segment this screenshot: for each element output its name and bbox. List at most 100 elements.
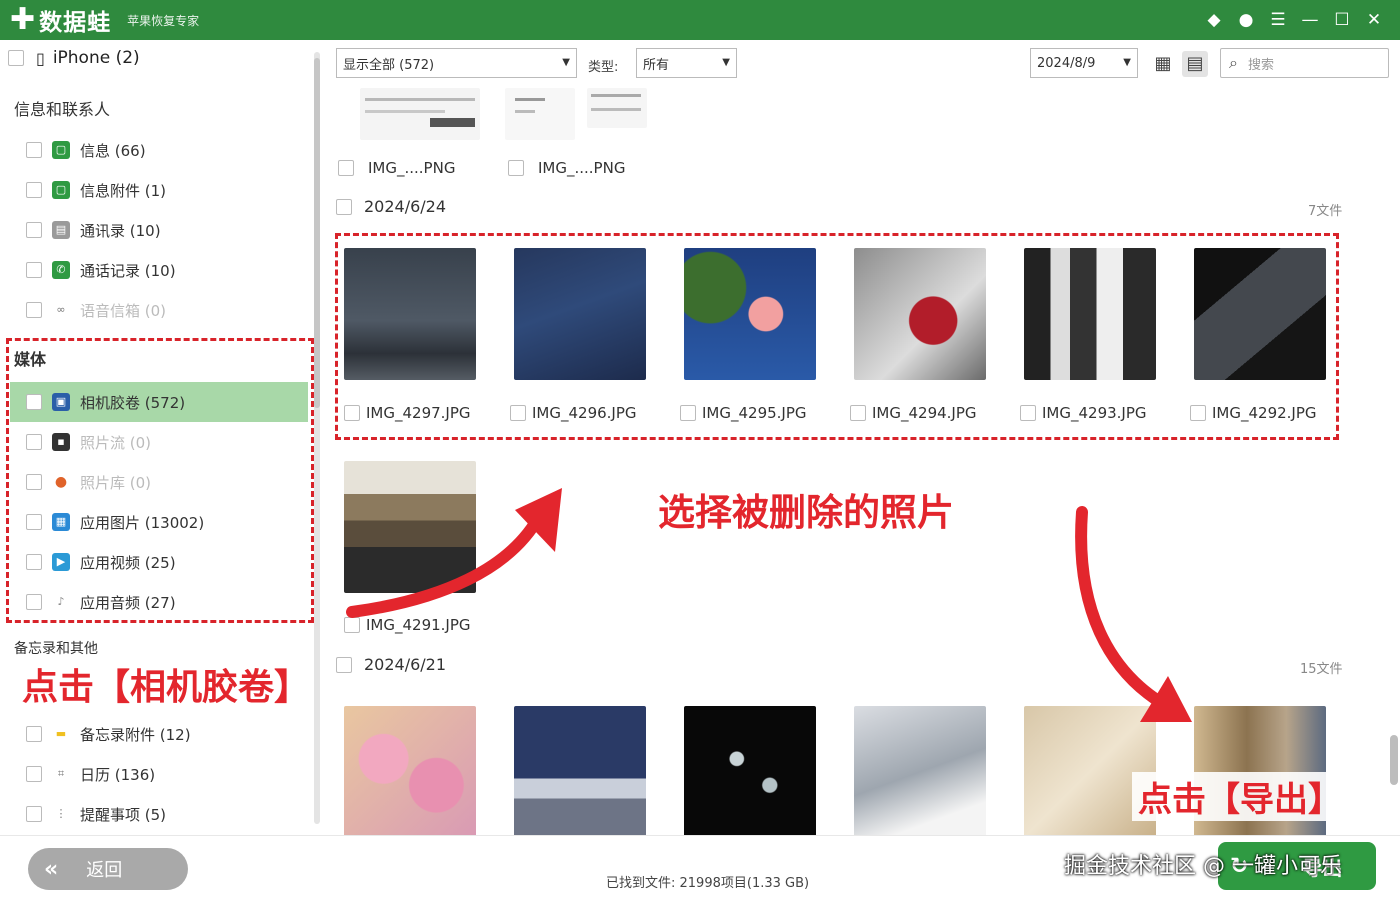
photo-checkbox[interactable] (338, 160, 354, 176)
photo-thumbnail[interactable] (360, 88, 480, 140)
sidebar-item-app-videos[interactable]: ▶ 应用视频 (25) (26, 542, 306, 582)
item-checkbox[interactable] (26, 222, 42, 238)
sidebar-item-photo-stream[interactable]: ▪ 照片流 (0) (26, 422, 306, 462)
photo-caption[interactable]: IMG_4294.JPG (850, 404, 977, 422)
camera-roll-icon: ▣ (52, 393, 70, 411)
sidebar-item-label: 照片库 (0) (80, 473, 152, 492)
sidebar-item-app-photos[interactable]: ▦ 应用图片 (13002) (26, 502, 306, 542)
photo-name: IMG_4291.JPG (366, 616, 471, 634)
sidebar-item-messages[interactable]: ▢ 信息 (66) (26, 130, 306, 170)
item-checkbox[interactable] (26, 726, 42, 742)
photo-caption[interactable]: IMG_....PNG (338, 159, 455, 177)
item-checkbox[interactable] (26, 302, 42, 318)
bottom-bar: « 返回 已找到文件: 21998项目(1.33 GB) ↻ 导出 掘金技术社区… (0, 835, 1400, 900)
title-bar: ✚ 数据蛙 苹果恢复专家 ◆ ● ☰ — ☐ ✕ (0, 0, 1400, 40)
photo-checkbox[interactable] (1020, 405, 1036, 421)
photo-thumbnail[interactable] (684, 706, 816, 835)
section-title-notes: 备忘录和其他 (14, 641, 98, 657)
photo-checkbox[interactable] (344, 617, 360, 633)
sidebar-item-label: 提醒事项 (5) (80, 805, 167, 824)
item-checkbox[interactable] (26, 434, 42, 450)
photo-checkbox[interactable] (508, 160, 524, 176)
photo-thumbnail[interactable] (854, 248, 986, 380)
item-checkbox[interactable] (26, 262, 42, 278)
sidebar-item-voicemail[interactable]: ∞ 语音信箱 (0) (26, 290, 306, 330)
photo-thumbnail[interactable] (344, 461, 476, 593)
sidebar-scrollbar[interactable] (314, 52, 320, 824)
group-file-count: 7文件 (1308, 204, 1343, 219)
back-button[interactable]: « 返回 (28, 848, 188, 890)
phone-icon: ✆ (52, 261, 70, 279)
annotation-click-export: 点击【导出】 (1132, 772, 1348, 821)
item-checkbox[interactable] (26, 766, 42, 782)
photo-caption[interactable]: IMG_4295.JPG (680, 404, 807, 422)
photo-thumbnail[interactable] (514, 706, 646, 835)
photo-name: IMG_....PNG (538, 159, 626, 177)
search-input[interactable]: ⌕ 搜索 (1220, 48, 1389, 78)
item-checkbox[interactable] (26, 806, 42, 822)
date-group-header[interactable]: 2024/6/24 (336, 197, 446, 216)
minimize-icon[interactable]: — (1298, 8, 1322, 32)
gem-icon[interactable]: ◆ (1202, 8, 1226, 32)
device-checkbox[interactable] (8, 50, 24, 66)
item-checkbox[interactable] (26, 394, 42, 410)
photo-thumbnail[interactable] (854, 706, 986, 835)
list-view-icon[interactable]: ▤ (1182, 51, 1208, 77)
group-date: 2024/6/21 (364, 655, 447, 674)
filter-select[interactable]: 显示全部 (572) ▼ (336, 48, 577, 78)
sidebar-item-app-audio[interactable]: ♪ 应用音频 (27) (26, 582, 306, 622)
grid-view-icon[interactable]: ▦ (1150, 51, 1176, 77)
photo-caption[interactable]: IMG_....PNG (508, 159, 625, 177)
photo-thumbnail[interactable] (1024, 248, 1156, 380)
photo-checkbox[interactable] (850, 405, 866, 421)
photo-caption[interactable]: IMG_4296.JPG (510, 404, 637, 422)
main-scrollbar[interactable] (1390, 735, 1398, 785)
photo-caption[interactable]: IMG_4291.JPG (344, 616, 471, 634)
device-row[interactable]: ▯ iPhone (2) (8, 48, 140, 68)
item-checkbox[interactable] (26, 182, 42, 198)
photo-checkbox[interactable] (680, 405, 696, 421)
photo-thumbnail[interactable] (344, 706, 476, 835)
sidebar-item-reminders[interactable]: ⋮ 提醒事项 (5) (26, 794, 306, 834)
photo-thumbnail[interactable] (344, 248, 476, 380)
item-checkbox[interactable] (26, 554, 42, 570)
group-file-count: 15文件 (1300, 662, 1343, 677)
sidebar-item-label: 通讯录 (10) (80, 221, 161, 240)
date-group-header[interactable]: 2024/6/21 (336, 655, 446, 674)
type-select-value: 所有 (643, 57, 670, 73)
scrollbar-thumb[interactable] (314, 58, 320, 408)
sidebar-item-call-history[interactable]: ✆ 通话记录 (10) (26, 250, 306, 290)
sidebar-item-contacts[interactable]: ▤ 通讯录 (10) (26, 210, 306, 250)
photo-thumbnail[interactable] (587, 88, 647, 128)
group-checkbox[interactable] (336, 198, 352, 215)
photo-caption[interactable]: IMG_4297.JPG (344, 404, 471, 422)
sidebar-item-camera-roll[interactable]: ▣ 相机胶卷 (572) (10, 382, 308, 422)
photo-caption[interactable]: IMG_4292.JPG (1190, 404, 1317, 422)
group-checkbox[interactable] (336, 656, 352, 673)
app-window: ✚ 数据蛙 苹果恢复专家 ◆ ● ☰ — ☐ ✕ ▯ iPhone (2) 信息… (0, 0, 1400, 900)
menu-icon[interactable]: ☰ (1266, 8, 1290, 32)
item-checkbox[interactable] (26, 142, 42, 158)
type-select[interactable]: 所有 ▼ (636, 48, 737, 78)
photo-thumbnail[interactable] (1194, 248, 1326, 380)
photo-checkbox[interactable] (510, 405, 526, 421)
photo-checkbox[interactable] (344, 405, 360, 421)
photo-thumbnail[interactable] (505, 88, 575, 140)
sidebar-item-label: 应用音频 (27) (80, 593, 176, 612)
message-attachment-icon: ▢ (52, 181, 70, 199)
sidebar-item-note-attachments[interactable]: ▬ 备忘录附件 (12) (26, 714, 306, 754)
photo-thumbnail[interactable] (684, 248, 816, 380)
photo-checkbox[interactable] (1190, 405, 1206, 421)
close-icon[interactable]: ✕ (1362, 8, 1386, 32)
date-select[interactable]: 2024/8/9 ▼ (1030, 48, 1138, 78)
item-checkbox[interactable] (26, 594, 42, 610)
sidebar-item-calendar[interactable]: ⌗ 日历 (136) (26, 754, 306, 794)
sidebar-item-photo-library[interactable]: ● 照片库 (0) (26, 462, 306, 502)
photo-caption[interactable]: IMG_4293.JPG (1020, 404, 1147, 422)
sidebar-item-message-attachments[interactable]: ▢ 信息附件 (1) (26, 170, 306, 210)
item-checkbox[interactable] (26, 514, 42, 530)
item-checkbox[interactable] (26, 474, 42, 490)
maximize-icon[interactable]: ☐ (1330, 8, 1354, 32)
photo-thumbnail[interactable] (514, 248, 646, 380)
chat-icon[interactable]: ● (1234, 8, 1258, 32)
